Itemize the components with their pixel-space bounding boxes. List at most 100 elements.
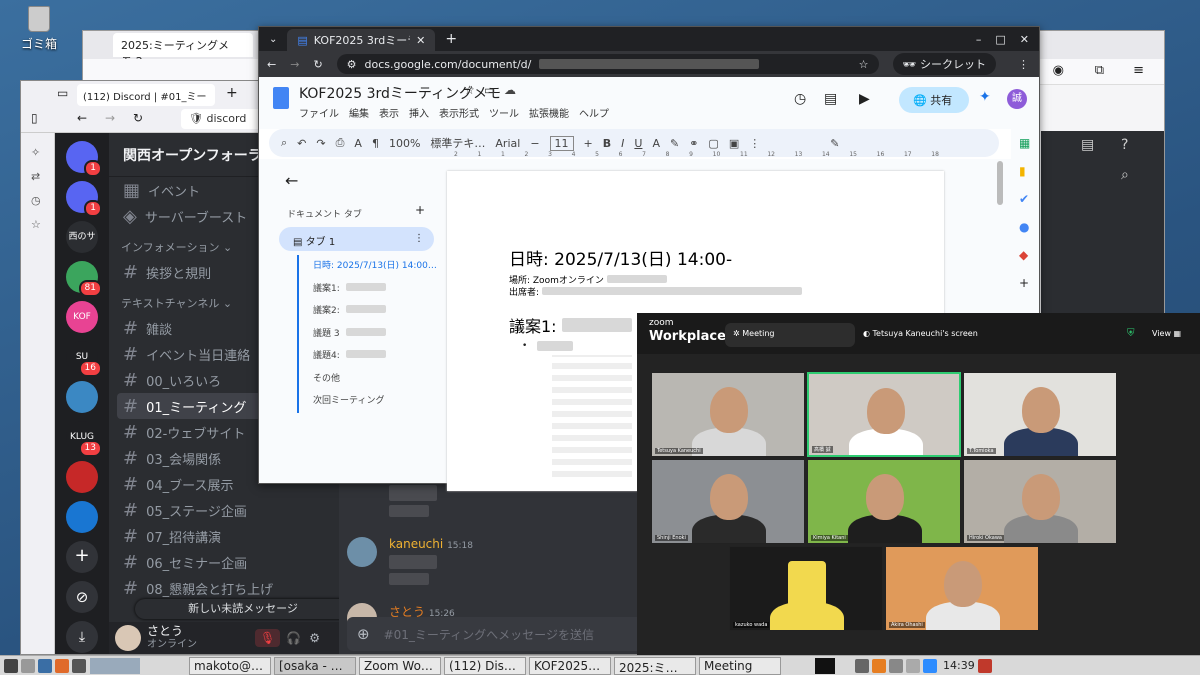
menu-item[interactable]: ツール	[489, 105, 519, 120]
server-icon[interactable]	[66, 501, 98, 533]
menu-item[interactable]: 表示形式	[439, 105, 479, 120]
tab-gdocs[interactable]: ▤ KOF2025 3rdミーティングメ ✕	[287, 29, 436, 51]
menu-item[interactable]: 挿入	[409, 105, 429, 120]
history-icon[interactable]: ◷	[794, 91, 806, 107]
scrollbar[interactable]	[997, 161, 1003, 205]
taskbar-item[interactable]: [osaka - …	[274, 656, 356, 675]
server-icon[interactable]: 1	[66, 181, 102, 217]
redo-icon[interactable]: ↷	[316, 137, 325, 150]
tray-power-icon[interactable]	[977, 658, 992, 673]
view-button[interactable]: View ▦	[1152, 329, 1181, 338]
menu-item[interactable]: 編集	[349, 105, 369, 120]
video-tile[interactable]: Hiroki Okawa	[963, 459, 1117, 544]
tab-meeting[interactable]: ✲ Meeting	[725, 323, 855, 347]
account-avatar[interactable]: 誠	[1007, 89, 1027, 109]
video-tile[interactable]: 高橋 誠	[807, 372, 961, 457]
menu-item[interactable]: ヘルプ	[579, 105, 609, 120]
forward-button[interactable]: →	[105, 111, 115, 125]
back-arrow-icon[interactable]: ←	[285, 171, 298, 190]
outline-item[interactable]: 議案2:	[299, 300, 437, 323]
tab-options-icon[interactable]: ⋮	[414, 233, 424, 244]
sidebar-icon[interactable]: ▯	[31, 111, 38, 125]
contacts-icon[interactable]: ●	[1019, 213, 1039, 241]
channel-item[interactable]: #07_招待講演	[109, 523, 339, 549]
tray-network-icon[interactable]	[889, 658, 903, 673]
back-button[interactable]: ←	[267, 58, 276, 71]
zoom-window[interactable]: zoom Workplace ✲ Meeting ◐ Tetsuya Kaneu…	[637, 313, 1200, 655]
message-input[interactable]: #01_ミーティングへメッセージを送信	[384, 626, 594, 643]
taskbar-item[interactable]: 2025:ミ…	[614, 656, 696, 675]
video-tile[interactable]: kazuko wada	[729, 546, 883, 631]
headphones-icon[interactable]: 🎧	[286, 631, 301, 645]
style-select[interactable]: 標準テキ…	[430, 135, 485, 151]
terminal-launcher-icon[interactable]	[72, 658, 86, 673]
tray-search-icon[interactable]	[855, 658, 869, 673]
channel-item[interactable]: #06_セミナー企画	[109, 549, 339, 575]
server-icon[interactable]: 81	[66, 261, 102, 297]
file-manager-icon[interactable]	[21, 658, 35, 673]
forward-button[interactable]: →	[290, 58, 299, 71]
tab-list-icon[interactable]: ▭	[57, 86, 68, 100]
download-icon[interactable]: ⤓	[66, 621, 98, 653]
clock[interactable]: 14:39	[943, 659, 975, 672]
print-icon[interactable]: ⎙	[336, 136, 345, 150]
new-tab-button[interactable]: +	[445, 31, 457, 47]
new-unread-button[interactable]: 新しい未読メッセージ	[135, 599, 351, 619]
outline-item[interactable]: 次回ミーティング	[299, 390, 437, 413]
gemini-icon[interactable]: ✦	[979, 89, 991, 105]
italic-icon[interactable]: I	[621, 137, 624, 150]
more-icon[interactable]: ⋮	[749, 137, 760, 150]
server-icon[interactable]: KLUG 13	[66, 421, 102, 457]
outline-item[interactable]: 議案1:	[299, 278, 437, 301]
outline-item[interactable]: 議題 3	[299, 323, 437, 346]
tab-discord[interactable]: (112) Discord | #01_ミー	[77, 84, 215, 106]
tray-zoom-icon[interactable]	[923, 658, 937, 673]
sync-icon[interactable]: ⇄	[31, 165, 54, 189]
paint-format-icon[interactable]: ¶	[372, 137, 379, 150]
help-icon[interactable]: ?	[1121, 137, 1128, 153]
search-menus-icon[interactable]: ⌕	[281, 136, 287, 150]
tab-1[interactable]: ▤ タブ 1 ⋮	[279, 227, 434, 251]
avatar[interactable]	[115, 625, 141, 651]
taskbar-item[interactable]: makoto@…	[189, 656, 271, 675]
star-icon[interactable]: ☆	[464, 83, 475, 97]
search-icon[interactable]: ⌕	[1121, 167, 1129, 183]
attach-plus-icon[interactable]: ⊕	[357, 625, 370, 643]
bookmark-star-icon[interactable]: ☆	[859, 58, 869, 71]
discover-icon[interactable]: ⊘	[66, 581, 98, 613]
start-menu-icon[interactable]	[4, 658, 18, 673]
bold-icon[interactable]: B	[603, 137, 611, 150]
channel-item[interactable]: #05_ステージ企画	[109, 497, 339, 523]
tasks-icon[interactable]: ✔	[1019, 185, 1039, 213]
history-icon[interactable]: ◷	[31, 189, 54, 213]
taskbar-item[interactable]: (112) Dis…	[444, 656, 526, 675]
menu-item[interactable]: ファイル	[299, 105, 339, 120]
share-button[interactable]: 🌐 共有	[899, 87, 969, 113]
trash-desktop-icon[interactable]: ゴミ箱	[14, 6, 64, 52]
settings-icon[interactable]: ⚙	[309, 631, 320, 645]
video-tile[interactable]: Kimiya Kitani	[807, 459, 961, 544]
server-icon[interactable]: KOF	[66, 301, 98, 333]
maps-icon[interactable]: ◆	[1019, 241, 1039, 269]
video-tile[interactable]: T.Tomioka	[963, 372, 1117, 457]
url-bar[interactable]: ⚙ docs.google.com/document/d/ ☆	[336, 54, 879, 74]
keep-icon[interactable]: ▮	[1019, 157, 1039, 185]
font-size-decrease[interactable]: −	[530, 137, 539, 150]
sheets-icon[interactable]: ▦	[1019, 129, 1039, 157]
font-size-input[interactable]: 11	[549, 135, 574, 151]
highlight-icon[interactable]: ✎	[670, 137, 679, 150]
video-tile[interactable]: Akira Ohashi	[885, 546, 1039, 631]
server-icon[interactable]	[66, 461, 98, 493]
taskbar-item[interactable]: KOF2025…	[529, 656, 611, 675]
outline-item[interactable]: 日時: 2025/7/13(日) 14:00…	[299, 255, 437, 278]
server-icon[interactable]: 西のサー	[66, 221, 98, 274]
channel-item[interactable]: #08_懇親会と打ち上げ	[109, 575, 339, 601]
bookmarks-icon[interactable]: ☆	[31, 213, 54, 237]
tab-share[interactable]: ◐ Tetsuya Kaneuchi's screen	[863, 329, 978, 338]
docs-logo-icon[interactable]	[273, 87, 289, 109]
meet-icon[interactable]: ▶	[859, 91, 870, 107]
close-tab-icon[interactable]: ✕	[416, 34, 425, 47]
menu-icon[interactable]: ≡	[1133, 63, 1144, 78]
chrome-menu-icon[interactable]: ⋮	[1018, 58, 1029, 71]
maximize-button[interactable]: □	[995, 33, 1005, 46]
